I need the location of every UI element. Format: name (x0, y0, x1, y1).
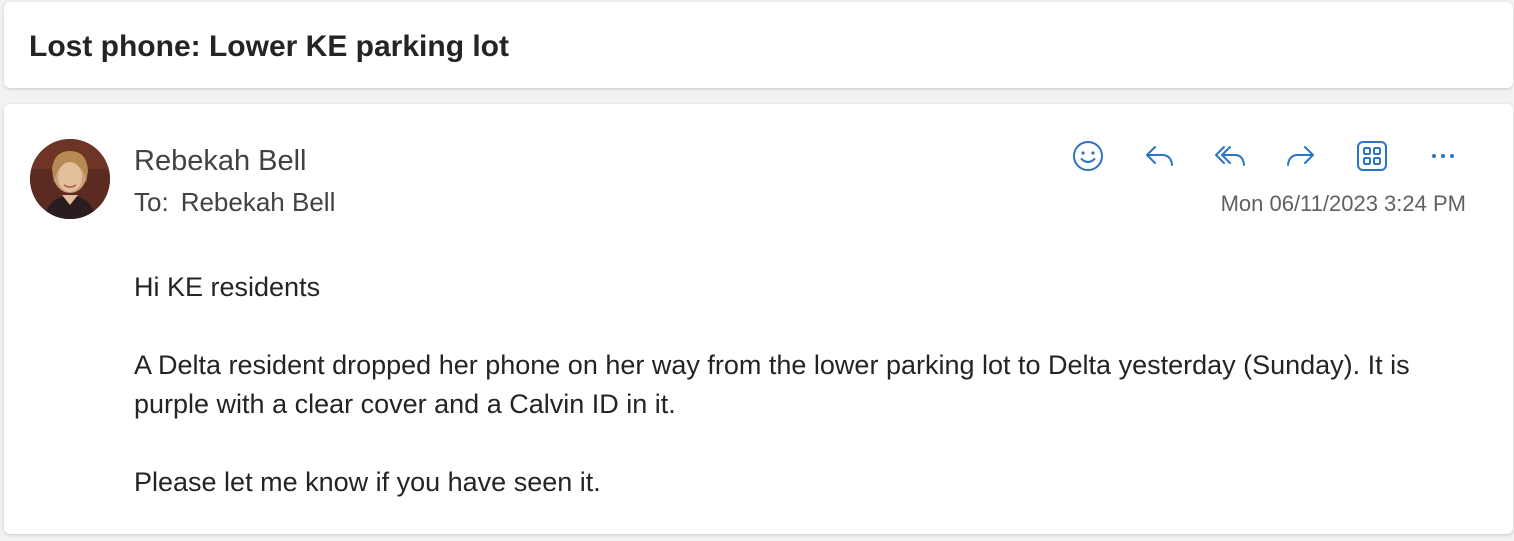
recipients-line: To: Rebekah Bell (134, 187, 335, 218)
smiley-icon (1073, 141, 1103, 171)
body-paragraph: A Delta resident dropped her phone on he… (134, 350, 1410, 419)
message-body: Hi KE residents A Delta resident dropped… (134, 268, 1434, 541)
reply-all-icon (1215, 146, 1245, 166)
message-timestamp: Mon 06/11/2023 3:24 PM (1220, 191, 1466, 216)
to-label: To: (134, 187, 169, 217)
recipient-name[interactable]: Rebekah Bell (181, 187, 336, 217)
more-actions-button[interactable] (1421, 134, 1465, 178)
apps-grid-icon (1357, 141, 1387, 171)
avatar-photo-icon (30, 139, 110, 219)
message-card: Rebekah Bell To: Rebekah Bell Mon 06/11/… (4, 104, 1513, 534)
forward-button[interactable] (1279, 134, 1323, 178)
forward-icon (1287, 146, 1314, 166)
reply-button[interactable] (1137, 134, 1181, 178)
body-greeting: Hi KE residents (134, 272, 321, 302)
body-paragraph: Please let me know if you have seen it. (134, 467, 601, 497)
reply-icon (1146, 146, 1173, 166)
message-actions-toolbar (1066, 134, 1465, 178)
subject-header: Lost phone: Lower KE parking lot (4, 2, 1513, 88)
email-subject: Lost phone: Lower KE parking lot (29, 30, 509, 63)
sender-name[interactable]: Rebekah Bell (134, 145, 307, 178)
apps-button[interactable] (1350, 134, 1394, 178)
ellipsis-icon (1432, 154, 1454, 158)
sender-avatar[interactable] (30, 139, 110, 219)
reply-all-button[interactable] (1208, 134, 1252, 178)
react-button[interactable] (1066, 134, 1110, 178)
